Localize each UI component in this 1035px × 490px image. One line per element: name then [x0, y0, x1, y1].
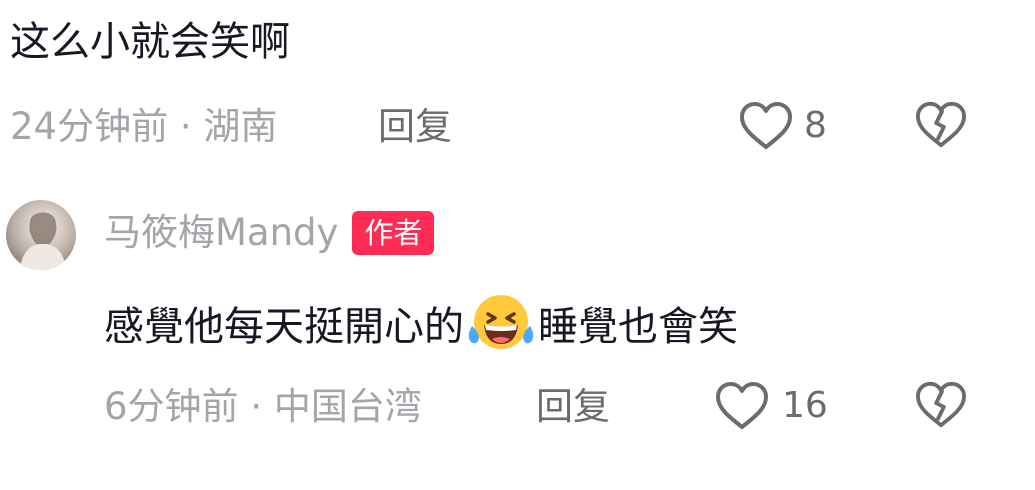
meta-separator: · [250, 385, 263, 428]
meta-separator: · [179, 105, 192, 148]
avatar[interactable] [6, 200, 76, 270]
like-button[interactable]: 16 [714, 380, 828, 432]
dislike-button[interactable] [914, 100, 968, 150]
comment-text: 感覺他每天挺開心的 睡覺也會笑 [104, 292, 738, 353]
comment-text: 这么小就会笑啊 [10, 19, 290, 65]
comment-time: 24分钟前 [10, 105, 169, 148]
laughing-crying-emoji-icon [464, 292, 538, 352]
broken-heart-icon [914, 100, 968, 150]
dislike-button[interactable] [914, 380, 968, 430]
like-count: 16 [782, 385, 828, 426]
like-count: 8 [804, 105, 827, 146]
heart-icon [738, 100, 794, 152]
comment-author: 马筱梅Mandy 作者 [104, 210, 435, 256]
heart-icon [714, 380, 770, 432]
broken-heart-icon [914, 380, 968, 430]
username[interactable]: 马筱梅Mandy [104, 210, 338, 256]
comment-location: 中国台湾 [273, 385, 422, 428]
comment-meta: 6分钟前 · 中国台湾 [104, 384, 422, 430]
comment-location: 湖南 [203, 105, 278, 148]
comment-time: 6分钟前 [104, 385, 239, 428]
comment-text-part: 感覺他每天挺開心的 [104, 304, 464, 350]
comment-meta: 24分钟前 · 湖南 [10, 104, 277, 150]
reply-button[interactable]: 回复 [378, 104, 452, 150]
like-button[interactable]: 8 [738, 100, 827, 152]
comment-text-part: 睡覺也會笑 [538, 304, 738, 350]
author-badge: 作者 [352, 211, 435, 255]
reply-button[interactable]: 回复 [536, 384, 610, 430]
